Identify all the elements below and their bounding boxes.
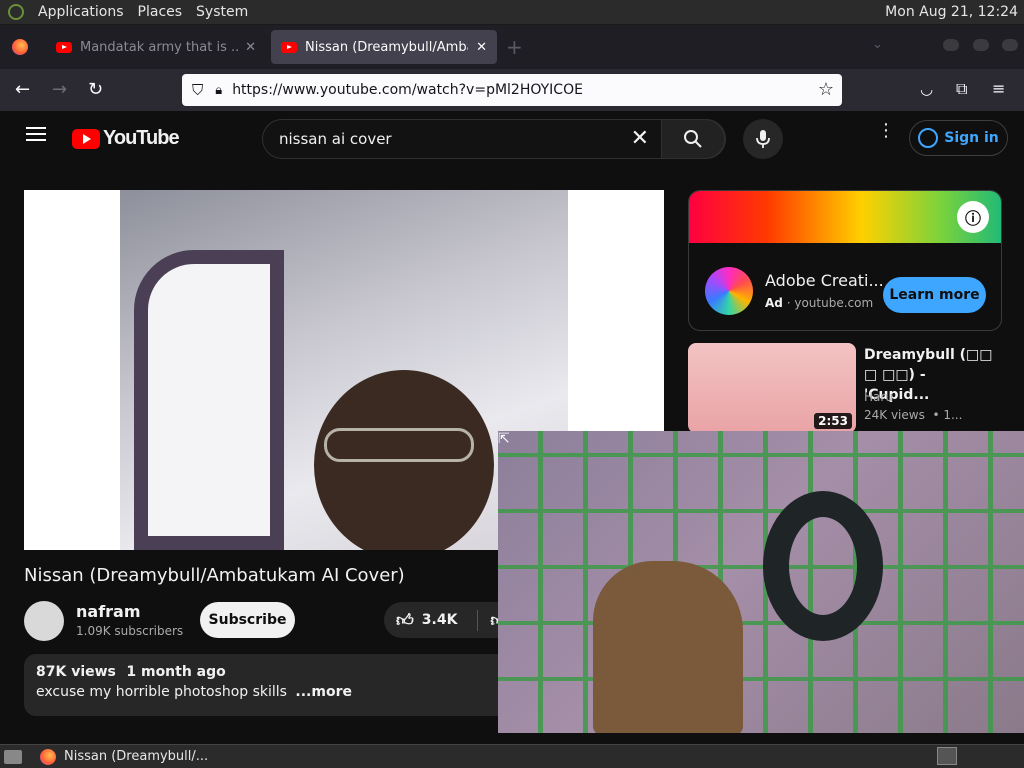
microphone-icon bbox=[756, 130, 770, 148]
extensions-icon[interactable]: ⧉ bbox=[956, 79, 967, 99]
channel-avatar[interactable] bbox=[24, 601, 64, 641]
sign-in-button[interactable]: Sign in bbox=[909, 120, 1008, 156]
monkey bbox=[593, 561, 743, 733]
taskbar-firefox-icon bbox=[40, 748, 56, 765]
ad-info-icon[interactable]: ⓘ bbox=[957, 201, 989, 233]
youtube-logo[interactable]: YouTube bbox=[72, 127, 180, 150]
sign-in-label: Sign in bbox=[944, 130, 999, 146]
taskbar-window-title[interactable]: Nissan (Dreamybull/... bbox=[64, 749, 208, 764]
places-menu[interactable]: Places bbox=[138, 4, 183, 20]
video-title: Nissan (Dreamybull/Ambatukam AI Cover) bbox=[24, 565, 405, 586]
close-tab-icon[interactable]: ✕ bbox=[476, 40, 487, 55]
recommended-video[interactable]: 2:53 Dreamybull (□□ □ □□) - 'Cupid... Ha… bbox=[688, 343, 1002, 433]
glasses bbox=[324, 428, 474, 462]
workspace-switcher-icon[interactable] bbox=[937, 747, 957, 765]
close-window-icon[interactable] bbox=[1002, 39, 1018, 51]
youtube-favicon-icon bbox=[281, 41, 297, 53]
lock-icon[interactable]: 🔒︎ bbox=[215, 83, 222, 98]
ad-title: Adobe Creati... bbox=[765, 271, 884, 290]
browser-tab-bar: Mandatak army that is ... ✕ Nissan (Drea… bbox=[0, 25, 1024, 69]
system-menu[interactable]: System bbox=[196, 4, 248, 20]
adobe-cc-logo bbox=[705, 267, 753, 315]
pocket-icon[interactable]: ◡ bbox=[920, 80, 933, 98]
show-desktop-icon[interactable] bbox=[4, 749, 22, 764]
forward-arrow-icon[interactable]: → bbox=[52, 79, 67, 100]
tab-inactive[interactable]: Mandatak army that is ... ✕ bbox=[46, 30, 266, 64]
firefox-view-icon[interactable] bbox=[12, 39, 28, 55]
voice-search-button[interactable] bbox=[743, 119, 783, 159]
picture-in-picture-window[interactable]: ⇱ bbox=[498, 431, 1024, 733]
subscriber-count: 1.09K subscribers bbox=[76, 624, 184, 638]
channel-name[interactable]: nafram bbox=[76, 602, 141, 621]
search-button[interactable] bbox=[661, 119, 725, 159]
ad-card[interactable]: ⓘ Adobe Creati... Ad · youtube.com Learn… bbox=[688, 190, 1002, 331]
maximize-window-icon[interactable] bbox=[973, 39, 989, 51]
ad-banner-image bbox=[689, 191, 1001, 243]
tire bbox=[763, 491, 883, 641]
youtube-play-logo-icon bbox=[72, 128, 100, 149]
subscribe-button[interactable]: Subscribe bbox=[200, 602, 295, 638]
clear-search-icon[interactable]: ✕ bbox=[631, 126, 649, 151]
video-thumbnail: 2:53 bbox=[688, 343, 856, 433]
new-tab-icon[interactable]: + bbox=[506, 35, 523, 59]
like-count: 3.4K bbox=[421, 612, 458, 628]
close-tab-icon[interactable]: ✕ bbox=[245, 40, 256, 55]
upload-age: 1 month ago bbox=[126, 664, 226, 680]
thumbs-up-icon: 👍︎ bbox=[396, 610, 414, 631]
account-circle-icon bbox=[918, 128, 939, 148]
shield-icon[interactable]: ⛉ bbox=[192, 81, 203, 99]
reload-icon[interactable]: ↻ bbox=[88, 79, 103, 100]
more-options-icon[interactable]: ⋮ bbox=[877, 122, 895, 140]
ad-domain: youtube.com bbox=[794, 296, 874, 310]
browser-nav-bar: ← → ↻ ⛉ 🔒︎ https://www.youtube.com/watch… bbox=[0, 69, 1024, 111]
search-icon bbox=[684, 130, 702, 148]
url-text[interactable]: https://www.youtube.com/watch?v=pMl2HOYI… bbox=[232, 82, 583, 98]
learn-more-button[interactable]: Learn more bbox=[883, 277, 986, 313]
tab-title: Nissan (Dreamybull/Ambatu bbox=[305, 39, 468, 55]
bookmark-star-icon[interactable]: ☆ bbox=[818, 79, 834, 100]
search-input[interactable]: nissan ai cover bbox=[279, 130, 392, 148]
back-arrow-icon[interactable]: ← bbox=[15, 79, 30, 100]
rec-title-line1: Dreamybull (□□ bbox=[864, 347, 993, 363]
more-link[interactable]: ...more bbox=[295, 684, 352, 700]
url-bar[interactable]: ⛉ 🔒︎ https://www.youtube.com/watch?v=pMl… bbox=[182, 74, 842, 106]
system-panel: Applications Places System Mon Aug 21, 1… bbox=[0, 0, 1024, 25]
search-box[interactable]: nissan ai cover ✕ bbox=[262, 119, 726, 159]
cage-bars bbox=[498, 431, 1024, 733]
duration-badge: 2:53 bbox=[814, 413, 852, 429]
youtube-favicon-icon bbox=[56, 41, 72, 53]
minimize-window-icon[interactable] bbox=[943, 39, 959, 51]
panel-clock[interactable]: Mon Aug 21, 12:24 bbox=[885, 4, 1018, 20]
rec-meta: 24K views • 1... bbox=[864, 408, 963, 422]
description-text: excuse my horrible photoshop skills bbox=[36, 684, 287, 700]
hamburger-menu-icon[interactable]: ≡ bbox=[992, 79, 1005, 98]
applications-menu[interactable]: Applications bbox=[38, 4, 124, 20]
view-count: 87K views bbox=[36, 664, 116, 680]
tab-active[interactable]: Nissan (Dreamybull/Ambatu ✕ bbox=[271, 30, 497, 64]
car-window bbox=[134, 250, 284, 550]
youtube-logo-text: YouTube bbox=[103, 127, 180, 149]
pip-expand-icon[interactable]: ⇱ bbox=[498, 431, 514, 447]
guide-menu-icon[interactable] bbox=[26, 127, 46, 141]
ad-badge: Ad bbox=[765, 296, 783, 310]
gnome-foot-icon[interactable] bbox=[8, 4, 24, 20]
bottom-taskbar: Nissan (Dreamybull/... bbox=[0, 744, 1024, 768]
like-button[interactable]: 👍︎ 3.4K 👎︎ bbox=[384, 602, 514, 638]
rec-channel: Haru bbox=[864, 390, 893, 404]
list-tabs-icon[interactable]: ⌄ bbox=[872, 37, 883, 52]
tab-title: Mandatak army that is ... bbox=[80, 39, 240, 55]
